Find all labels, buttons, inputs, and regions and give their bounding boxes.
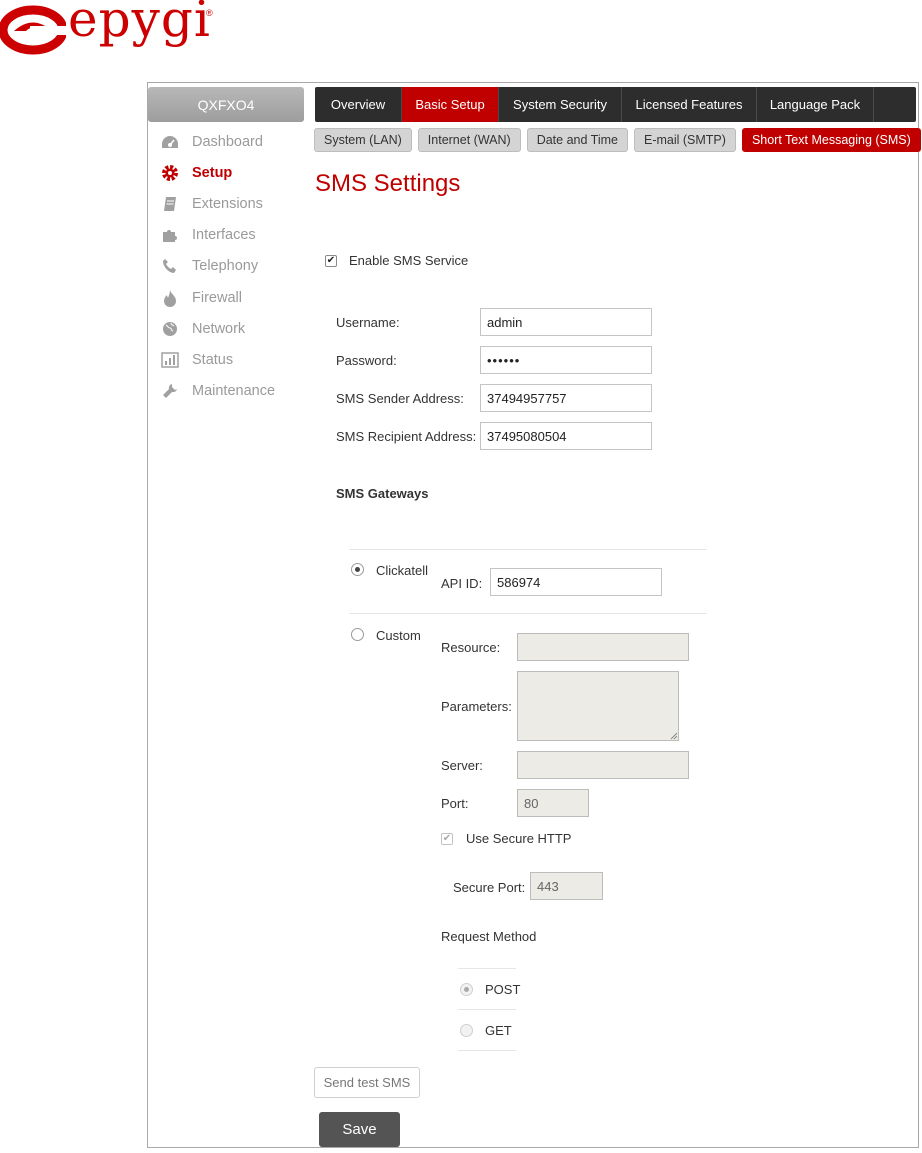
epygi-swoosh-icon (0, 5, 66, 55)
server-input[interactable] (517, 751, 689, 779)
recipient-address-input[interactable]: 37495080504 (480, 422, 652, 450)
flame-icon (160, 288, 180, 308)
enable-sms-label: Enable SMS Service (349, 253, 469, 268)
parameters-label: Parameters: (441, 699, 512, 714)
dashboard-icon (160, 132, 180, 152)
enable-sms-checkbox[interactable]: ✔ (325, 255, 337, 267)
tab-basic-setup[interactable]: Basic Setup (402, 87, 499, 122)
sidebar-item-label: Dashboard (192, 133, 263, 150)
subtab-date-time[interactable]: Date and Time (526, 128, 628, 152)
resource-label: Resource: (441, 640, 501, 655)
api-id-label: API ID: (441, 576, 483, 591)
sidebar-item-maintenance[interactable]: Maintenance (160, 376, 300, 407)
tab-licensed-features[interactable]: Licensed Features (622, 87, 757, 122)
port-label: Port: (441, 796, 469, 811)
clickatell-label: Clickatell (376, 563, 429, 578)
secure-http-checkbox[interactable]: ✔ (441, 833, 453, 845)
sidebar-nav: Dashboard Setup Extensions Interfaces Te… (160, 126, 300, 407)
wrench-icon (160, 381, 180, 401)
resize-handle-icon[interactable] (670, 732, 678, 740)
sidebar-item-label: Firewall (192, 289, 242, 306)
device-name-header: QXFXO4 (148, 87, 304, 122)
post-label: POST (485, 982, 521, 997)
resource-input[interactable] (517, 633, 689, 661)
sidebar-item-telephony[interactable]: Telephony (160, 251, 300, 282)
sidebar-item-interfaces[interactable]: Interfaces (160, 220, 300, 251)
book-icon (160, 194, 180, 214)
get-label: GET (485, 1023, 512, 1038)
custom-label: Custom (376, 628, 421, 643)
divider (349, 549, 707, 550)
sidebar-item-dashboard[interactable]: Dashboard (160, 126, 300, 157)
tab-overview[interactable]: Overview (315, 87, 402, 122)
epygi-logo: epygi ® (0, 0, 230, 60)
sidebar-item-firewall[interactable]: Firewall (160, 282, 300, 313)
divider (349, 613, 707, 614)
send-test-sms-button[interactable]: Send test SMS (314, 1067, 420, 1098)
sender-address-label: SMS Sender Address: (336, 391, 464, 406)
sidebar-item-status[interactable]: Status (160, 344, 300, 375)
logo-wordmark: epygi (68, 0, 211, 48)
sidebar-item-label: Extensions (192, 195, 263, 212)
page-title: SMS Settings (315, 170, 461, 197)
bar-chart-icon (160, 350, 180, 370)
sms-gateways-heading: SMS Gateways (336, 486, 429, 501)
sidebar-item-network[interactable]: Network (160, 313, 300, 344)
sidebar-item-label: Telephony (192, 258, 259, 275)
tab-language-pack[interactable]: Language Pack (757, 87, 874, 122)
sidebar-item-label: Network (192, 320, 246, 337)
subtab-system-lan[interactable]: System (LAN) (314, 128, 412, 152)
server-label: Server: (441, 758, 483, 773)
secure-port-input[interactable]: 443 (530, 872, 603, 900)
port-input[interactable]: 80 (517, 789, 589, 817)
username-input[interactable]: admin (480, 308, 652, 336)
sidebar-item-label: Setup (192, 164, 233, 181)
parameters-textarea[interactable] (517, 671, 679, 741)
password-input[interactable]: •••••• (480, 346, 652, 374)
subtab-email-smtp[interactable]: E-mail (SMTP) (633, 128, 736, 152)
password-label: Password: (336, 353, 397, 368)
get-radio[interactable] (460, 1024, 473, 1037)
subtab-internet-wan[interactable]: Internet (WAN) (417, 128, 521, 152)
username-label: Username: (336, 315, 400, 330)
custom-radio[interactable] (351, 628, 364, 641)
sidebar-item-label: Maintenance (192, 383, 276, 400)
sub-tabs: System (LAN) Internet (WAN) Date and Tim… (314, 128, 922, 152)
secure-http-label: Use Secure HTTP (466, 831, 572, 846)
subtab-sms[interactable]: Short Text Messaging (SMS) (741, 128, 921, 152)
registered-mark: ® (206, 8, 213, 18)
clickatell-radio[interactable] (351, 563, 364, 576)
post-radio[interactable] (460, 983, 473, 996)
divider (458, 1050, 516, 1051)
sender-address-input[interactable]: 37494957757 (480, 384, 652, 412)
request-method-label: Request Method (441, 929, 537, 944)
sidebar-item-extensions[interactable]: Extensions (160, 188, 300, 219)
divider (458, 968, 516, 969)
tab-system-security[interactable]: System Security (499, 87, 622, 122)
globe-icon (160, 319, 180, 339)
api-id-input[interactable]: 586974 (490, 568, 662, 596)
puzzle-icon (160, 225, 180, 245)
main-tabs: Overview Basic Setup System Security Lic… (315, 87, 916, 122)
sidebar-item-label: Status (192, 351, 234, 368)
secure-port-label: Secure Port: (453, 880, 526, 895)
sidebar-item-setup[interactable]: Setup (160, 157, 300, 188)
gear-icon (160, 163, 180, 183)
save-button[interactable]: Save (319, 1112, 400, 1147)
phone-icon (160, 256, 180, 276)
recipient-address-label: SMS Recipient Address: (336, 429, 477, 444)
sidebar-item-label: Interfaces (192, 227, 256, 244)
divider (458, 1009, 516, 1010)
